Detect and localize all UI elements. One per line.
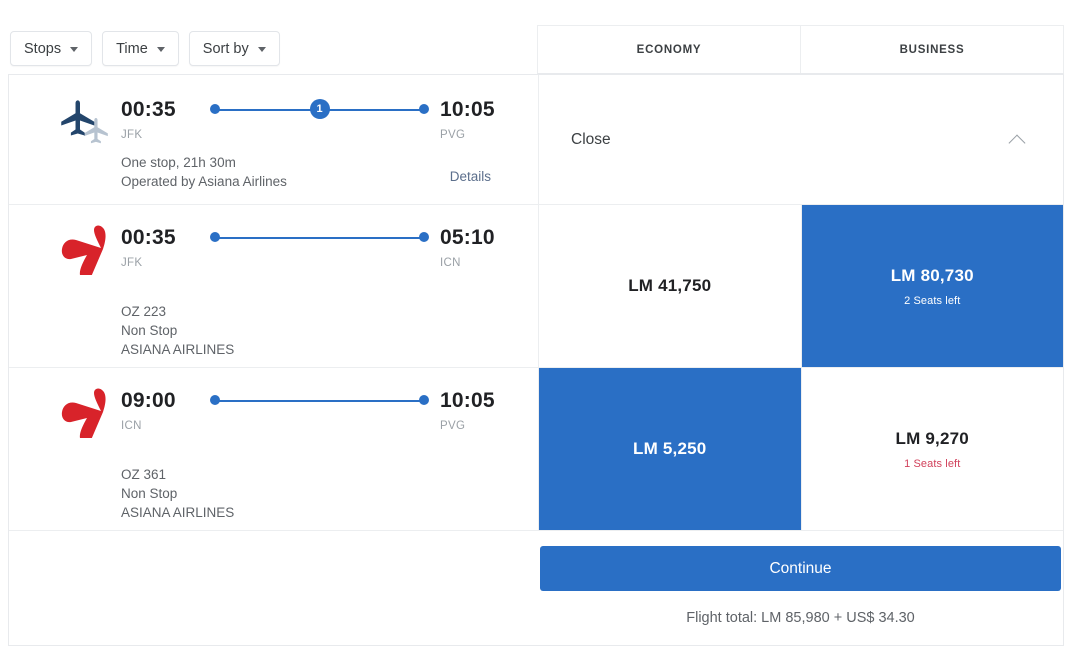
route-origin-dot (210, 232, 220, 242)
fare-price: LM 5,250 (633, 439, 706, 459)
asiana-logo-icon (57, 386, 119, 438)
stop-count-badge: 1 (310, 99, 330, 119)
fare-cells: LM 5,250 LM 9,270 1 Seats left (538, 368, 1063, 530)
segment-arrival-airport: ICN (440, 257, 518, 269)
summary-arrival-time: 10:05 (440, 99, 518, 120)
multi-plane-icon (57, 97, 119, 149)
chevron-up-icon (1009, 131, 1026, 148)
filter-time-button[interactable]: Time (102, 31, 179, 66)
fare-price: LM 80,730 (891, 266, 974, 286)
route-line (215, 400, 424, 402)
route-graphic (207, 227, 432, 248)
segment-meta: OZ 223 Non Stop ASIANA AIRLINES (121, 302, 234, 359)
summary-departure-airport: JFK (121, 129, 199, 141)
footer-row: Continue Flight total: LM 85,980 + US$ 3… (9, 531, 1063, 645)
segment-times: 00:35 05:10 JFK (121, 227, 518, 269)
fare-price: LM 41,750 (628, 276, 711, 296)
filter-time-label: Time (116, 41, 148, 57)
filter-stops-button[interactable]: Stops (10, 31, 92, 66)
segment-departure-time: 00:35 (121, 227, 199, 248)
summary-stops-duration: One stop, 21h 30m (121, 153, 287, 172)
fare-cell-business[interactable]: LM 9,270 1 Seats left (801, 368, 1064, 530)
flight-total-label: Flight total: LM 85,980 + US$ 34.30 (686, 610, 915, 626)
segment-arrival-time: 05:10 (440, 227, 518, 248)
details-link[interactable]: Details (450, 169, 491, 184)
fare-cells: LM 41,750 LM 80,730 2 Seats left (538, 205, 1063, 367)
segment-arrival-airport: PVG (440, 420, 518, 432)
summary-meta: One stop, 21h 30m Operated by Asiana Air… (121, 153, 287, 191)
route-origin-dot (210, 104, 220, 114)
seats-left-label: 2 Seats left (904, 295, 960, 307)
segment-stops: Non Stop (121, 321, 234, 340)
route-destination-dot (419, 232, 429, 242)
footer-actions: Continue Flight total: LM 85,980 + US$ 3… (538, 531, 1063, 645)
route-graphic: 1 (207, 99, 432, 120)
segment-row: 00:35 05:10 JFK (9, 205, 1063, 368)
segment-flight-number: OZ 223 (121, 302, 234, 321)
summary-times: 00:35 1 10:05 (121, 99, 518, 141)
summary-leg: 00:35 1 10:05 (9, 75, 538, 204)
chevron-down-icon (70, 47, 78, 52)
route-line (215, 237, 424, 239)
segment-flight-number: OZ 361 (121, 465, 234, 484)
filter-sortby-label: Sort by (203, 41, 249, 57)
tab-economy[interactable]: ECONOMY (538, 26, 800, 73)
fare-cell-economy[interactable]: LM 5,250 (539, 368, 801, 530)
tab-business-label: BUSINESS (900, 44, 965, 56)
chevron-down-icon (258, 47, 266, 52)
summary-arrival-airport: PVG (440, 129, 518, 141)
route-graphic (207, 390, 432, 411)
flight-selection-page: Stops Time Sort by ECONOMY BUSINESS (0, 0, 1080, 658)
continue-button[interactable]: Continue (540, 546, 1061, 591)
segment-arrival-time: 10:05 (440, 390, 518, 411)
fare-cell-economy[interactable]: LM 41,750 (539, 205, 801, 367)
segment-times: 09:00 10:05 ICN (121, 390, 518, 432)
filter-stops-label: Stops (24, 41, 61, 57)
summary-operated-by: Operated by Asiana Airlines (121, 172, 287, 191)
segment-airline-name: ASIANA AIRLINES (121, 503, 234, 522)
asiana-logo-icon (57, 223, 119, 275)
route-destination-dot (419, 395, 429, 405)
segment-departure-airport: ICN (121, 420, 199, 432)
segment-departure-airport: JFK (121, 257, 199, 269)
segment-departure-time: 09:00 (121, 390, 199, 411)
segment-stops: Non Stop (121, 484, 234, 503)
route-origin-dot (210, 395, 220, 405)
collapse-itinerary-button[interactable]: Close (538, 75, 1063, 204)
segment-meta: OZ 361 Non Stop ASIANA AIRLINES (121, 465, 234, 522)
route-destination-dot (419, 104, 429, 114)
segment-airline-name: ASIANA AIRLINES (121, 340, 234, 359)
filter-bar: Stops Time Sort by (10, 31, 280, 66)
segment-leg: 00:35 05:10 JFK (9, 205, 538, 367)
tab-business[interactable]: BUSINESS (800, 26, 1063, 73)
segment-leg: 09:00 10:05 ICN (9, 368, 538, 530)
tab-economy-label: ECONOMY (637, 44, 702, 56)
itinerary-card: 00:35 1 10:05 (8, 74, 1064, 646)
segment-row: 09:00 10:05 ICN (9, 368, 1063, 531)
itinerary-summary-row: 00:35 1 10:05 (9, 75, 1063, 205)
seats-left-label: 1 Seats left (904, 458, 960, 470)
summary-departure-time: 00:35 (121, 99, 199, 120)
filter-sortby-button[interactable]: Sort by (189, 31, 280, 66)
fare-price: LM 9,270 (896, 429, 969, 449)
chevron-down-icon (157, 47, 165, 52)
close-label: Close (571, 131, 611, 149)
fare-class-header: ECONOMY BUSINESS (537, 25, 1064, 74)
footer-spacer (9, 531, 538, 645)
fare-cell-business[interactable]: LM 80,730 2 Seats left (801, 205, 1064, 367)
